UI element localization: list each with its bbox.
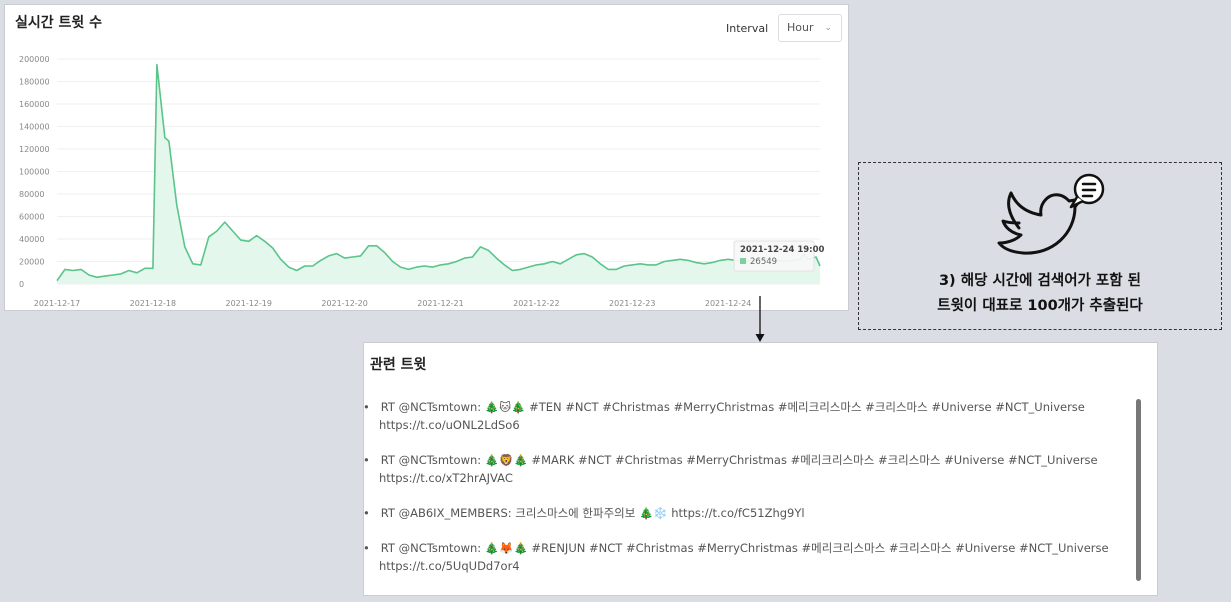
y-tick-label: 140000 xyxy=(19,123,50,132)
callout-line-2: 트윗이 대표로 100개가 추출된다 xyxy=(937,298,1143,314)
tweet-item[interactable]: • RT @NCTsmtown: 🎄🦁🎄 #MARK #NCT #Christm… xyxy=(363,451,1124,487)
x-tick-label: 2021-12-19 xyxy=(225,299,272,308)
list-bullet: • xyxy=(363,400,370,414)
tooltip-value: 26549 xyxy=(750,257,777,267)
series-area xyxy=(57,64,820,284)
y-tick-label: 40000 xyxy=(19,235,44,244)
tweet-text: RT @AB6IX_MEMBERS: 크리스마스에 한파주의보 🎄❄️ http… xyxy=(380,506,805,520)
y-tick-label: 100000 xyxy=(19,168,50,177)
connector-arrow xyxy=(755,296,765,342)
y-tick-label: 60000 xyxy=(19,213,44,222)
x-tick-label: 2021-12-20 xyxy=(321,299,368,308)
y-tick-label: 120000 xyxy=(19,145,50,154)
tweet-text: RT @NCTsmtown: 🎄🦁🎄 #MARK #NCT #Christmas… xyxy=(379,453,1098,485)
chart-title: 실시간 트윗 수 xyxy=(15,15,103,31)
x-tick-label: 2021-12-21 xyxy=(417,299,464,308)
list-bullet: • xyxy=(363,541,370,555)
list-bullet: • xyxy=(363,453,370,467)
tweet-text: RT @NCTsmtown: 🎄🐱🎄 #TEN #NCT #Christmas … xyxy=(379,400,1085,432)
scrollbar-thumb[interactable] xyxy=(1136,399,1141,581)
y-tick-label: 180000 xyxy=(19,78,50,87)
x-tick-label: 2021-12-22 xyxy=(513,299,560,308)
realtime-tweet-chart-card: 0 20000 40000 60000 80000 100000 120000 140000 1… xyxy=(4,4,849,311)
x-tick-label: 2021-12-24 xyxy=(705,299,752,308)
list-bullet: • xyxy=(363,506,370,520)
chevron-down-icon: ⌄ xyxy=(824,23,832,33)
tooltip-title: 2021-12-24 19:00 xyxy=(740,245,824,255)
x-tick-label: 2021-12-18 xyxy=(130,299,177,308)
tooltip-swatch xyxy=(740,258,747,264)
y-tick-label: 200000 xyxy=(19,55,50,64)
y-tick-label: 80000 xyxy=(19,190,44,199)
related-tweets-title: 관련 트윗 xyxy=(370,357,427,373)
tweet-list: • RT @NCTsmtown: 🎄🐱🎄 #TEN #NCT #Christma… xyxy=(363,398,1124,592)
y-tick-label: 0 xyxy=(19,280,24,289)
tweet-count-chart: 0 20000 40000 60000 80000 100000 120000 140000 1… xyxy=(19,55,824,308)
x-tick-label: 2021-12-23 xyxy=(609,299,656,308)
interval-select[interactable]: Hour ⌄ xyxy=(778,14,842,42)
y-tick-label: 160000 xyxy=(19,100,50,109)
tweet-item[interactable]: • RT @NCTsmtown: 🎄🦊🎄 #RENJUN #NCT #Chris… xyxy=(363,539,1124,575)
interval-select-value: Hour xyxy=(787,21,814,34)
related-tweets-card: 관련 트윗 • RT @NCTsmtown: 🎄🐱🎄 #TEN #NCT #Ch… xyxy=(363,342,1158,596)
tweet-item[interactable]: • RT @NCTsmtown: 🎄🐱🎄 #TEN #NCT #Christma… xyxy=(363,398,1124,434)
y-tick-label: 20000 xyxy=(19,258,44,267)
x-tick-label: 2021-12-17 xyxy=(34,299,81,308)
callout-text: 3) 해당 시간에 검색어가 포함 된 트윗이 대표로 100개가 추출된다 xyxy=(859,269,1221,319)
tweet-item[interactable]: • RT @AB6IX_MEMBERS: 크리스마스에 한파주의보 🎄❄️ ht… xyxy=(363,504,1124,522)
annotation-callout-box: 3) 해당 시간에 검색어가 포함 된 트윗이 대표로 100개가 추출된다 xyxy=(858,162,1222,330)
callout-line-1: 3) 해당 시간에 검색어가 포함 된 xyxy=(938,273,1142,289)
twitter-bird-speech-bubble-icon xyxy=(997,173,1105,255)
interval-label: Interval xyxy=(726,22,769,35)
tweet-text: RT @NCTsmtown: 🎄🦊🎄 #RENJUN #NCT #Christm… xyxy=(379,541,1109,573)
